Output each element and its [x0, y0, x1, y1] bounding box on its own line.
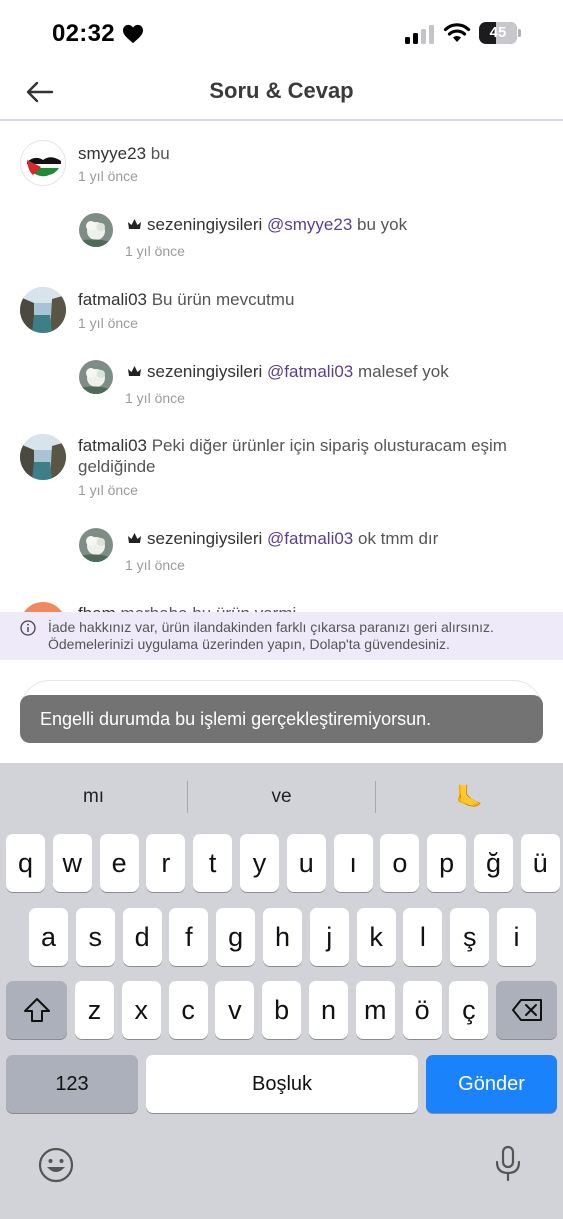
toast-message: Engelli durumda bu işlemi gerçekleştirem… — [20, 695, 543, 743]
toast-text: Engelli durumda bu işlemi gerçekleştirem… — [40, 709, 432, 729]
avatar[interactable] — [79, 528, 113, 562]
key-row3-6[interactable]: m — [355, 981, 395, 1039]
suggestion-3[interactable]: 🦶 — [376, 775, 563, 819]
key-row3-7[interactable]: ö — [402, 981, 442, 1039]
key-row1-4[interactable]: t — [193, 834, 233, 892]
comment-time: 1 yıl önce — [125, 243, 185, 259]
key-row1-2[interactable]: e — [99, 834, 139, 892]
key-row1-9[interactable]: p — [427, 834, 467, 892]
avatar[interactable] — [20, 434, 66, 480]
comment-time: 1 yıl önce — [125, 557, 185, 573]
key-row2-6[interactable]: j — [309, 908, 349, 966]
avatar[interactable] — [79, 360, 113, 394]
avatar[interactable] — [20, 287, 66, 333]
comment-time: 1 yıl önce — [78, 315, 138, 331]
key-row1-0[interactable]: q — [6, 834, 45, 892]
comment-text: ok tmm dır — [358, 529, 439, 548]
key-row2-3[interactable]: f — [169, 908, 209, 966]
battery-indicator: 45 — [479, 22, 521, 44]
comment-username[interactable]: smyye23 — [78, 144, 146, 163]
comment-text: merhaba bu ürün varmi — [121, 604, 297, 612]
key-row2-10[interactable]: i — [497, 908, 536, 966]
key-row2-0[interactable]: a — [29, 908, 68, 966]
microphone-icon[interactable] — [494, 1145, 522, 1183]
comment-item: smyye23 bu 1 yıl önce — [0, 122, 563, 192]
key-row3-8[interactable]: ç — [449, 981, 489, 1039]
key-row1-3[interactable]: r — [146, 834, 186, 892]
crown-icon — [128, 219, 141, 229]
avatar[interactable] — [79, 213, 113, 247]
comment-username[interactable]: fatmali03 — [78, 436, 147, 455]
key-row1-7[interactable]: ı — [333, 834, 373, 892]
keyboard: mı ve 🦶 qwertyuıopğü asdfghjklşi zxcvbnm… — [0, 763, 563, 1219]
key-row1-8[interactable]: o — [380, 834, 420, 892]
key-row1-6[interactable]: u — [286, 834, 326, 892]
comment-username[interactable]: sezeningiysileri — [147, 529, 262, 548]
delete-key[interactable] — [496, 981, 557, 1039]
key-row3-3[interactable]: v — [215, 981, 255, 1039]
key-row2-4[interactable]: g — [216, 908, 256, 966]
avatar[interactable] — [20, 602, 66, 612]
key-row3-0[interactable]: z — [75, 981, 114, 1039]
key-row3-5[interactable]: n — [309, 981, 348, 1039]
key-row2-8[interactable]: l — [403, 908, 443, 966]
comment-username[interactable]: sezeningiysileri — [147, 215, 262, 234]
key-row1-1[interactable]: w — [52, 834, 92, 892]
key-row2-9[interactable]: ş — [450, 908, 490, 966]
comment-item: fbem merhaba bu ürün varmi — [0, 592, 563, 612]
emoji-icon[interactable] — [38, 1147, 74, 1183]
comment-mention[interactable]: @fatmali03 — [267, 529, 353, 548]
key-row2-5[interactable]: h — [263, 908, 302, 966]
comment-item: fatmali03 Bu ürün mevcutmu 1 yıl önce — [0, 270, 563, 340]
key-row3-2[interactable]: c — [168, 981, 208, 1039]
comment-text: malesef yok — [358, 362, 449, 381]
key-row1-10[interactable]: ğ — [474, 834, 513, 892]
backspace-icon — [511, 999, 542, 1021]
nav-header: Soru & Cevap — [0, 66, 563, 121]
comment-username[interactable]: fbem — [78, 604, 116, 612]
comment-time: 1 yıl önce — [78, 168, 138, 184]
comment-text: bu yok — [357, 215, 408, 234]
info-icon — [20, 620, 36, 636]
info-banner: İade hakkınız var, ürün ilandakinden far… — [0, 612, 563, 660]
comment-mention[interactable]: @fatmali03 — [267, 362, 353, 381]
comment-mention[interactable]: @smyye23 — [267, 215, 352, 234]
key-row1-11[interactable]: ü — [520, 834, 560, 892]
crown-icon — [128, 533, 141, 543]
comment-item: fatmali03 Peki diğer ürünler için sipari… — [0, 418, 563, 508]
battery-percent: 45 — [489, 24, 507, 41]
comment-time: 1 yıl önce — [78, 482, 138, 498]
status-time: 02:32 — [52, 20, 115, 47]
heart-icon — [123, 24, 143, 44]
reply-item: sezeningiysileri @smyye23 bu yok 1 yıl ö… — [0, 197, 563, 267]
space-key[interactable]: Boşluk — [146, 1055, 418, 1113]
shift-icon — [23, 998, 50, 1022]
status-bar: 02:32 45 — [0, 0, 563, 66]
comment-list[interactable]: smyye23 bu 1 yıl önce sezeningiysileri @… — [0, 122, 563, 612]
key-row1-5[interactable]: y — [240, 834, 279, 892]
suggestion-2[interactable]: ve — [188, 775, 375, 819]
info-text: İade hakkınız var, ürün ilandakinden far… — [48, 619, 494, 652]
key-row2-2[interactable]: d — [122, 908, 162, 966]
reply-item: sezeningiysileri @fatmali03 malesef yok … — [0, 344, 563, 414]
key-row3-4[interactable]: b — [262, 981, 302, 1039]
cellular-signal-icon — [405, 25, 434, 44]
crown-icon — [128, 366, 141, 376]
wifi-icon — [443, 23, 471, 42]
key-row2-7[interactable]: k — [356, 908, 396, 966]
comment-username[interactable]: sezeningiysileri — [147, 362, 262, 381]
comment-time: 1 yıl önce — [125, 390, 185, 406]
send-key[interactable]: Gönder — [426, 1055, 557, 1113]
key-row2-1[interactable]: s — [75, 908, 115, 966]
shift-key[interactable] — [6, 981, 67, 1039]
reply-item: sezeningiysileri @fatmali03 ok tmm dır 1… — [0, 512, 563, 582]
avatar[interactable] — [20, 140, 66, 186]
comment-username[interactable]: fatmali03 — [78, 290, 147, 309]
key-row3-1[interactable]: x — [121, 981, 161, 1039]
comment-text: Bu ürün mevcutmu — [151, 290, 295, 309]
suggestion-1[interactable]: mı — [0, 775, 187, 819]
page-title: Soru & Cevap — [209, 78, 354, 103]
numbers-key[interactable]: 123 — [6, 1055, 138, 1113]
comment-text: bu — [150, 144, 170, 163]
